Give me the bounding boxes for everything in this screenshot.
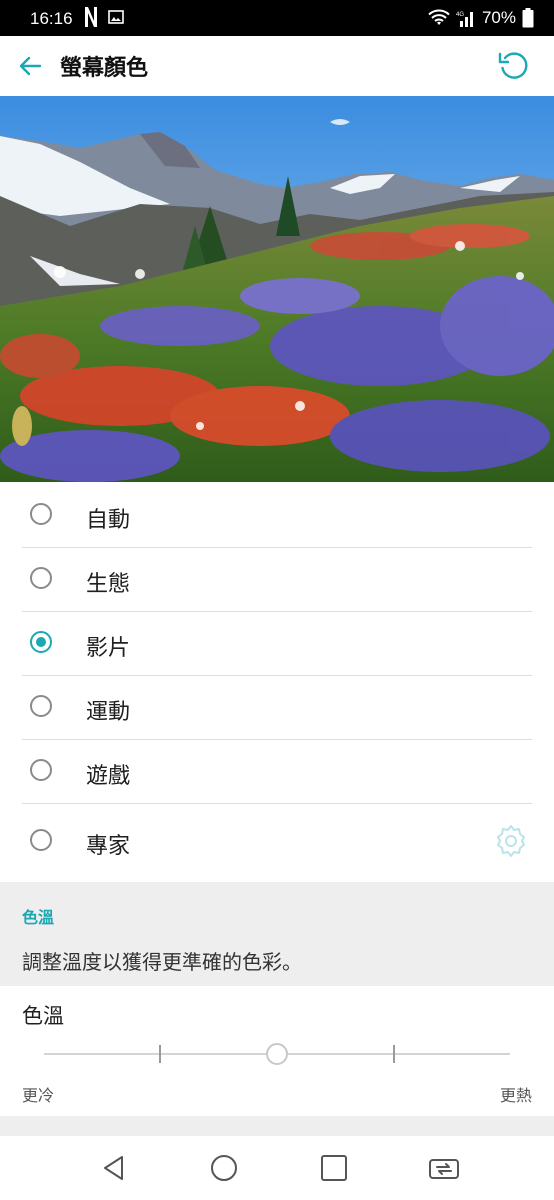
radio-expert[interactable] — [30, 829, 52, 851]
status-time: 16:16 — [30, 9, 73, 28]
color-temp-header: 色溫 調整溫度以獲得更準確的色彩。 — [0, 882, 554, 986]
option-label: 自動 — [86, 508, 131, 533]
section-title: 色溫 — [22, 908, 55, 927]
nav-recents-icon[interactable] — [318, 1152, 350, 1184]
nav-home-icon[interactable] — [208, 1152, 240, 1184]
section-description: 調整溫度以獲得更準確的色彩。 — [22, 950, 302, 974]
gear-icon[interactable] — [494, 824, 528, 858]
netflix-notification-icon — [85, 7, 97, 27]
section-footer — [0, 1116, 554, 1136]
option-label: 影片 — [86, 636, 131, 661]
option-label: 運動 — [86, 700, 131, 725]
option-video[interactable]: 影片 — [0, 612, 554, 676]
option-label: 生態 — [86, 572, 131, 597]
cooler-label: 更冷 — [22, 1086, 55, 1105]
landscape-illustration — [0, 96, 554, 482]
option-label: 遊戲 — [86, 764, 131, 789]
option-auto[interactable]: 自動 — [0, 484, 554, 548]
nav-back-icon[interactable] — [98, 1152, 130, 1184]
option-label: 專家 — [86, 834, 131, 859]
warmer-label: 更熱 — [499, 1086, 532, 1105]
battery-icon — [522, 8, 534, 28]
slider-tick — [159, 1045, 161, 1063]
reset-icon[interactable] — [496, 48, 532, 84]
color-temp-slider[interactable] — [44, 1042, 510, 1066]
app-bar: 螢幕顏色 — [0, 36, 554, 96]
back-arrow-icon[interactable] — [14, 50, 46, 82]
status-icons: 4G 70% — [428, 8, 534, 28]
slider-tick — [393, 1045, 395, 1063]
radio-sports[interactable] — [30, 695, 52, 717]
option-game[interactable]: 遊戲 — [0, 740, 554, 804]
cellular-signal-icon: 4G — [456, 12, 473, 27]
option-expert[interactable]: 專家 — [0, 804, 554, 878]
nav-dual-window-icon[interactable] — [428, 1152, 460, 1184]
radio-video[interactable] — [30, 631, 52, 653]
navigation-bar — [0, 1136, 554, 1200]
radio-game[interactable] — [30, 759, 52, 781]
slider-label: 色溫 — [22, 1004, 64, 1028]
status-bar: 16:16 4G 70% — [0, 0, 554, 36]
page-title: 螢幕顏色 — [60, 56, 149, 81]
option-sports[interactable]: 運動 — [0, 676, 554, 740]
wifi-icon — [428, 9, 450, 25]
screen-color-options: 自動 生態 影片 運動 遊戲 專家 — [0, 484, 554, 878]
image-notification-icon — [108, 10, 124, 24]
option-eco[interactable]: 生態 — [0, 548, 554, 612]
slider-thumb[interactable] — [266, 1043, 288, 1065]
svg-text:4G: 4G — [456, 12, 464, 18]
preview-image — [0, 96, 554, 482]
color-temp-control: 色溫 更冷 更熱 — [0, 986, 554, 1116]
radio-auto[interactable] — [30, 503, 52, 525]
radio-eco[interactable] — [30, 567, 52, 589]
battery-percent: 70% — [481, 8, 516, 27]
